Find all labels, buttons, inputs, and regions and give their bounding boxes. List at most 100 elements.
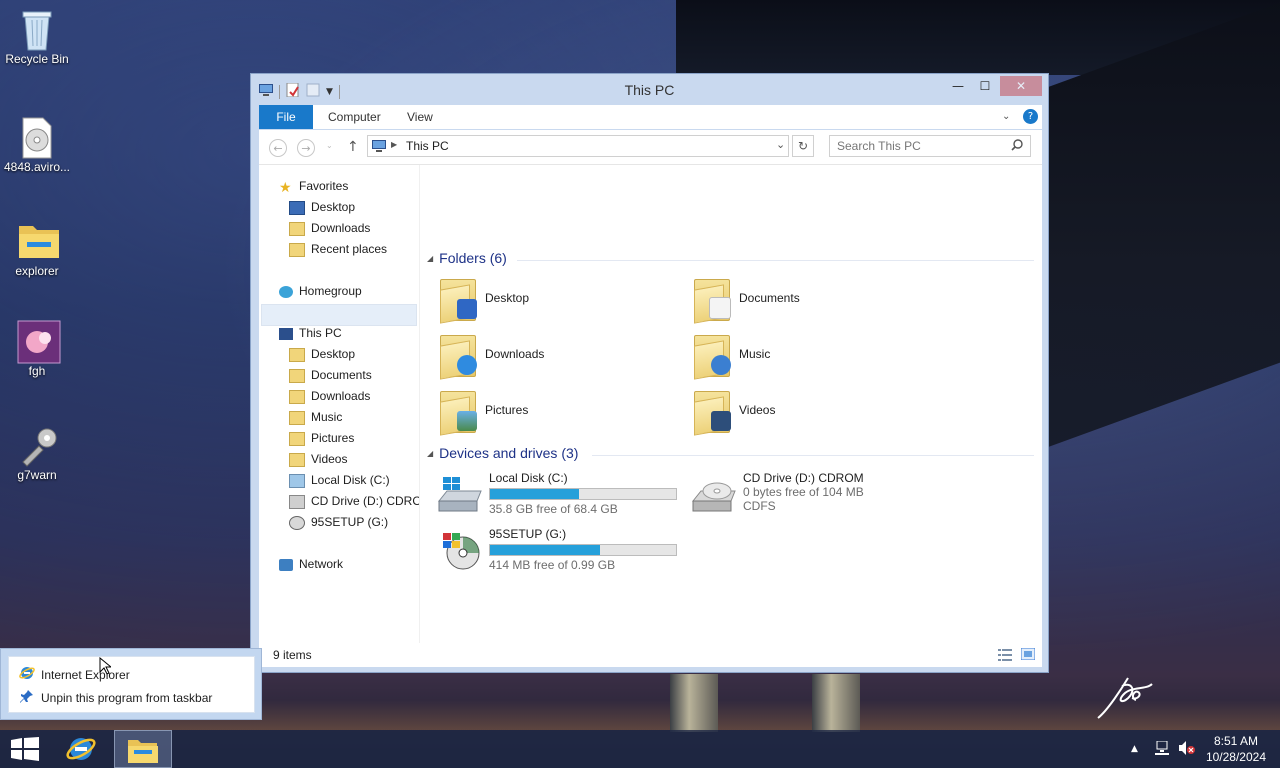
close-button[interactable]: ✕: [1000, 76, 1042, 96]
pictures-folder-icon: [437, 387, 477, 436]
volume-muted-icon[interactable]: [1178, 741, 1196, 758]
nav-network[interactable]: Network: [279, 554, 343, 575]
nav-pc-documents[interactable]: Documents: [289, 365, 372, 386]
folder-tile-documents[interactable]: Documents: [691, 275, 800, 324]
drives-group-header[interactable]: ◢ Devices and drives (3): [427, 445, 578, 461]
taskbar-jump-list: Internet Explorer Unpin this program fro…: [0, 648, 262, 720]
desktop-folder-icon: [437, 275, 477, 324]
folder-icon: [289, 368, 305, 383]
desktop-icon-fgh[interactable]: fgh: [0, 320, 74, 378]
folder-tile-pictures[interactable]: Pictures: [437, 387, 528, 436]
music-folder-icon: [691, 331, 731, 380]
disc-file-icon: [17, 116, 57, 159]
nav-fav-recent-places[interactable]: Recent places: [289, 239, 387, 260]
nav-pc-music[interactable]: Music: [289, 407, 342, 428]
drive-free-space: 0 bytes free of 104 MB: [743, 485, 864, 499]
desktop-icon-explorer[interactable]: explorer: [0, 220, 74, 278]
nav-pc-videos[interactable]: Videos: [289, 449, 347, 470]
mouse-cursor-icon: [99, 656, 113, 678]
network-icon: [279, 558, 293, 571]
nav-favorites[interactable]: ★ Favorites: [279, 176, 348, 197]
start-button[interactable]: [0, 730, 50, 768]
nav-pc-local-disk[interactable]: Local Disk (C:): [289, 470, 390, 491]
maximize-button[interactable]: ☐: [975, 76, 995, 96]
breadcrumb-arrow-icon[interactable]: ▶: [391, 140, 397, 149]
wallpaper-tower: [812, 674, 860, 732]
drive-usage-fill: [490, 545, 600, 555]
system-clock[interactable]: 8:51 AM 10/28/2024: [1206, 733, 1266, 765]
recycle-bin-icon: [17, 8, 57, 51]
windows-drive-icon: [437, 475, 483, 518]
breadcrumb-location[interactable]: This PC: [406, 139, 449, 153]
signature-watermark: [1092, 668, 1172, 727]
downloads-folder-icon: [289, 221, 305, 236]
show-hidden-icons-icon[interactable]: ▲: [1131, 744, 1138, 754]
drive-usage-bar: [489, 488, 677, 500]
address-bar[interactable]: ▶ This PC ⌄: [367, 135, 789, 157]
address-row: ← → ⌄ ↑ ▶ This PC ⌄ ↻ Search This PC: [259, 130, 1042, 165]
content-area: ★ Favorites Desktop Downloads Recent plac…: [259, 165, 1042, 643]
nav-fav-desktop[interactable]: Desktop: [289, 197, 355, 218]
nav-pc-desktop[interactable]: Desktop: [289, 344, 355, 365]
nav-pc-downloads[interactable]: Downloads: [289, 386, 370, 407]
collapse-arrow-icon: ◢: [427, 253, 434, 263]
navigation-pane: ★ Favorites Desktop Downloads Recent plac…: [259, 165, 420, 643]
setup-disc-icon: [441, 531, 481, 574]
desktop-icon-recycle-bin[interactable]: Recycle Bin: [0, 8, 74, 66]
minimize-button[interactable]: —: [948, 76, 968, 96]
windows-logo-icon: [11, 737, 39, 761]
tab-view[interactable]: View: [407, 105, 433, 129]
tab-file[interactable]: File: [259, 105, 313, 129]
drive-free-space: 414 MB free of 0.99 GB: [489, 558, 616, 572]
folder-tile-downloads[interactable]: Downloads: [437, 331, 544, 380]
desktop-icon-label: Recycle Bin: [5, 52, 69, 66]
nav-pc-cd-drive[interactable]: CD Drive (D:) CDROM: [289, 491, 419, 512]
desktop-icon-g7warn[interactable]: g7warn: [0, 424, 74, 482]
group-divider: [517, 260, 1034, 261]
desktop-icon-label: g7warn: [17, 468, 57, 482]
address-dropdown-icon[interactable]: ⌄: [776, 138, 785, 151]
search-input[interactable]: Search This PC: [829, 135, 1031, 157]
folder-tile-videos[interactable]: Videos: [691, 387, 775, 436]
taskbar-file-explorer[interactable]: [114, 730, 172, 768]
folder-tile-desktop[interactable]: Desktop: [437, 275, 529, 324]
explorer-window[interactable]: ▼ This PC — ☐ ✕ File Computer View ⌄ ? ←…: [250, 73, 1049, 673]
drive-name: 95SETUP (G:): [489, 527, 567, 541]
recent-locations-icon[interactable]: ⌄: [326, 141, 333, 150]
desktop-icon-file[interactable]: 4848.aviro...: [0, 116, 74, 174]
large-icons-view-icon[interactable]: [1020, 647, 1036, 663]
computer-icon: [279, 327, 293, 340]
nav-homegroup[interactable]: Homegroup: [279, 281, 362, 302]
drive-usage-bar: [489, 544, 677, 556]
drive-icon: [289, 473, 305, 488]
documents-folder-icon: [691, 275, 731, 324]
details-view-icon[interactable]: [998, 649, 1012, 664]
jump-list-internet-explorer[interactable]: Internet Explorer: [19, 665, 130, 684]
nav-pc-95setup[interactable]: 95SETUP (G:): [289, 512, 388, 533]
nav-this-pc[interactable]: This PC: [279, 323, 342, 344]
help-icon[interactable]: ?: [1023, 109, 1038, 124]
folder-icon: [289, 452, 305, 467]
jump-list-unpin[interactable]: Unpin this program from taskbar: [19, 688, 212, 707]
nav-pc-pictures[interactable]: Pictures: [289, 428, 354, 449]
drive-free-space: 35.8 GB free of 68.4 GB: [489, 502, 618, 516]
title-bar[interactable]: ▼ This PC — ☐ ✕: [251, 74, 1048, 104]
ribbon-expand-icon[interactable]: ⌄: [1002, 111, 1010, 122]
forward-button[interactable]: →: [297, 139, 315, 157]
folder-tile-music[interactable]: Music: [691, 331, 770, 380]
taskbar-internet-explorer[interactable]: [58, 730, 104, 768]
nav-fav-downloads[interactable]: Downloads: [289, 218, 370, 239]
network-status-icon[interactable]: [1154, 740, 1170, 758]
cd-drive-icon: [691, 475, 737, 518]
back-button[interactable]: ←: [269, 139, 287, 157]
wrench-gear-icon: [17, 424, 57, 467]
up-button[interactable]: ↑: [347, 139, 359, 155]
folder-icon: [128, 740, 158, 763]
jump-list-body: Internet Explorer Unpin this program fro…: [8, 656, 255, 713]
tab-computer[interactable]: Computer: [328, 105, 381, 129]
taskbar: ▲ 8:51 AM 10/28/2024: [0, 730, 1280, 768]
search-icon: [1011, 139, 1023, 154]
refresh-icon[interactable]: ↻: [792, 135, 814, 157]
folders-group-header[interactable]: ◢ Folders (6): [427, 250, 507, 266]
cd-drive-icon: [289, 494, 305, 509]
